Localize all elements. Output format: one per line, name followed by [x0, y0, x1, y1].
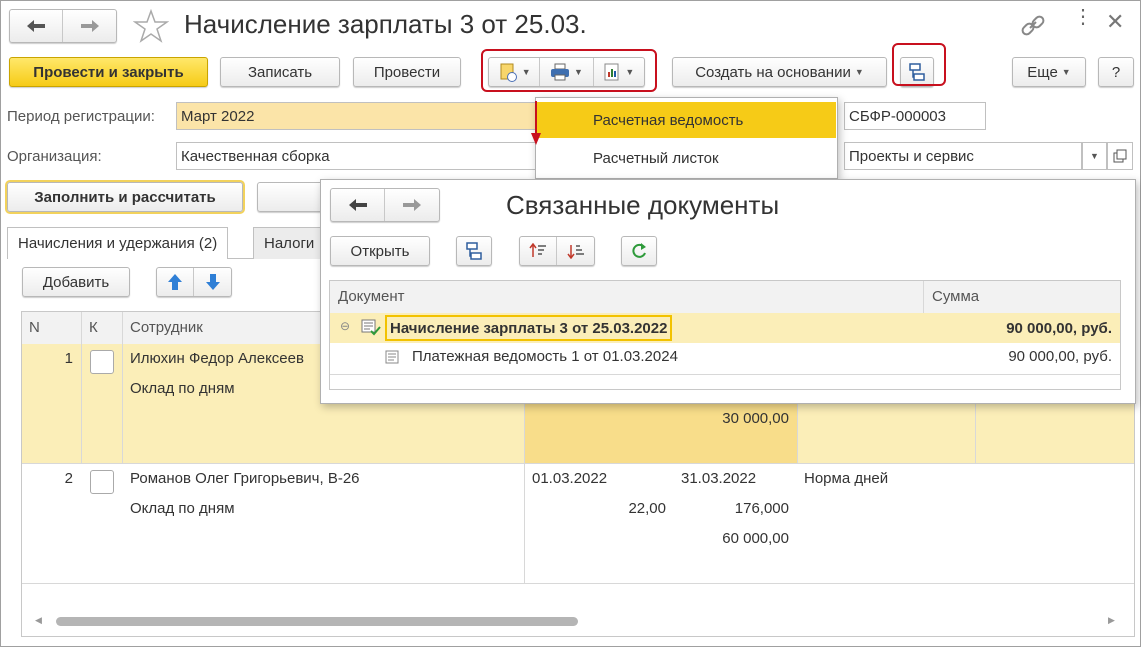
star-icon[interactable] — [133, 9, 169, 43]
arrow-right-icon — [403, 199, 421, 211]
related-forward-button[interactable] — [385, 189, 439, 221]
accrual-type: Оклад по дням — [130, 500, 235, 517]
kebab-menu-icon[interactable]: ⋮ — [1073, 7, 1093, 27]
scroll-left-icon[interactable]: ◀ — [35, 615, 42, 626]
document-link[interactable]: Платежная ведомость 1 от 01.03.2024 — [412, 348, 678, 365]
save-button[interactable]: Записать — [220, 57, 340, 87]
period-from: 01.03.2022 — [532, 470, 608, 487]
document-number-field[interactable]: СБФР-000003 — [844, 102, 986, 130]
header-divider — [122, 312, 123, 344]
post-and-close-button[interactable]: Провести и закрыть — [9, 57, 208, 87]
header-divider — [923, 281, 924, 313]
move-up-button[interactable] — [157, 268, 195, 296]
division-dropdown-button[interactable]: ▼ — [1082, 142, 1107, 170]
column-header-document[interactable]: Документ — [338, 288, 405, 305]
link-icon[interactable] — [1019, 13, 1047, 39]
print-dropdown-menu: Расчетная ведомость Расчетный листок — [535, 97, 838, 179]
arrow-left-icon — [27, 20, 45, 32]
employee-name: Романов Олег Григорьевич, В-26 — [130, 470, 360, 487]
refresh-icon — [632, 243, 646, 258]
document-icon — [385, 350, 399, 364]
print-highlight-frame — [481, 49, 657, 92]
structure-highlight-frame — [892, 43, 946, 86]
scroll-right-icon[interactable]: ▶ — [1108, 615, 1115, 626]
employee-name: Илюхин Федор Алексеев — [130, 350, 304, 367]
days-value: 22,00 — [628, 500, 666, 517]
related-documents-window: Связанные документы Открыть Документ Сум… — [320, 179, 1136, 404]
red-arrow-icon — [531, 101, 541, 145]
move-down-button[interactable] — [194, 268, 231, 296]
open-button[interactable]: Открыть — [330, 236, 430, 266]
division-open-button[interactable] — [1107, 142, 1133, 170]
row-checkbox[interactable] — [90, 470, 114, 494]
organization-field[interactable]: Качественная сборка — [176, 142, 538, 170]
tab-accruals[interactable]: Начисления и удержания (2) — [7, 227, 229, 259]
forward-button[interactable] — [63, 10, 116, 42]
accrual-sum: 60 000,00 — [722, 530, 789, 547]
horizontal-scrollbar[interactable] — [56, 617, 578, 626]
row-number: 1 — [64, 350, 73, 367]
open-window-icon — [1113, 149, 1127, 163]
post-button[interactable]: Провести — [353, 57, 461, 87]
menu-item-payslip[interactable]: Расчетный листок — [537, 140, 836, 176]
nav-buttons — [9, 9, 117, 43]
related-title: Связанные документы — [506, 190, 780, 220]
back-button[interactable] — [10, 10, 64, 42]
rate-value: 176,000 — [734, 500, 789, 517]
norm-label: Норма дней — [804, 470, 889, 487]
division-field[interactable]: Проекты и сервис — [844, 142, 1082, 170]
document-sum: 90 000,00, руб. — [1008, 348, 1112, 365]
column-header-employee[interactable]: Сотрудник — [130, 319, 203, 336]
more-label: Еще — [1027, 63, 1058, 81]
arrow-right-icon — [80, 20, 99, 32]
document-link[interactable]: Начисление зарплаты 3 от 25.03.2022 — [385, 315, 673, 341]
create-based-on-label: Создать на основании — [695, 63, 851, 81]
menu-item-payroll-sheet[interactable]: Расчетная ведомость — [537, 102, 836, 138]
sort-descending-icon — [566, 245, 584, 259]
structure-button[interactable] — [456, 236, 492, 266]
organization-label: Организация: — [7, 148, 102, 165]
column-header-sum[interactable]: Сумма — [932, 288, 979, 305]
help-button[interactable]: ? — [1098, 57, 1134, 87]
column-header-n[interactable]: N — [29, 319, 40, 336]
row-divider — [330, 374, 1120, 375]
row-checkbox[interactable] — [90, 350, 114, 374]
posted-document-icon — [361, 319, 381, 336]
row-number: 2 — [64, 470, 73, 487]
document-window: Начисление зарплаты 3 от 25.03. ⋮ ✕ Пров… — [0, 0, 1141, 647]
period-label: Период регистрации: — [7, 108, 155, 125]
related-table-header — [330, 281, 1120, 313]
collapse-icon[interactable]: ⊖ — [340, 319, 350, 333]
row-divider — [22, 463, 1134, 464]
row-divider — [22, 583, 1134, 584]
accrual-sum: 30 000,00 — [722, 410, 789, 427]
column-header-k[interactable]: К — [89, 319, 98, 336]
more-button[interactable]: Еще ▼ — [1012, 57, 1086, 87]
sort-descending-button[interactable] — [557, 237, 594, 265]
refresh-button[interactable] — [621, 236, 657, 266]
sort-ascending-icon — [529, 243, 546, 257]
structure-icon — [466, 242, 482, 260]
page-title: Начисление зарплаты 3 от 25.03. — [184, 9, 587, 39]
document-sum: 90 000,00, руб. — [1006, 320, 1112, 337]
fill-and-calculate-button[interactable]: Заполнить и рассчитать — [7, 182, 243, 212]
sort-ascending-button[interactable] — [520, 237, 558, 265]
related-nav-buttons — [330, 188, 440, 222]
period-to: 31.03.2022 — [681, 470, 757, 487]
arrow-down-icon — [205, 274, 220, 290]
create-based-on-button[interactable]: Создать на основании ▼ — [672, 57, 887, 87]
move-buttons — [156, 267, 232, 297]
sort-buttons — [519, 236, 595, 266]
accrual-type: Оклад по дням — [130, 380, 235, 397]
header-divider — [81, 312, 82, 344]
add-row-button[interactable]: Добавить — [22, 267, 130, 297]
period-field[interactable]: Март 2022 — [176, 102, 538, 130]
arrow-left-icon — [348, 199, 367, 211]
arrow-up-icon — [168, 274, 182, 290]
column-divider — [81, 344, 82, 464]
related-back-button[interactable] — [331, 189, 386, 221]
column-divider — [122, 344, 123, 464]
close-icon[interactable]: ✕ — [1106, 9, 1124, 35]
